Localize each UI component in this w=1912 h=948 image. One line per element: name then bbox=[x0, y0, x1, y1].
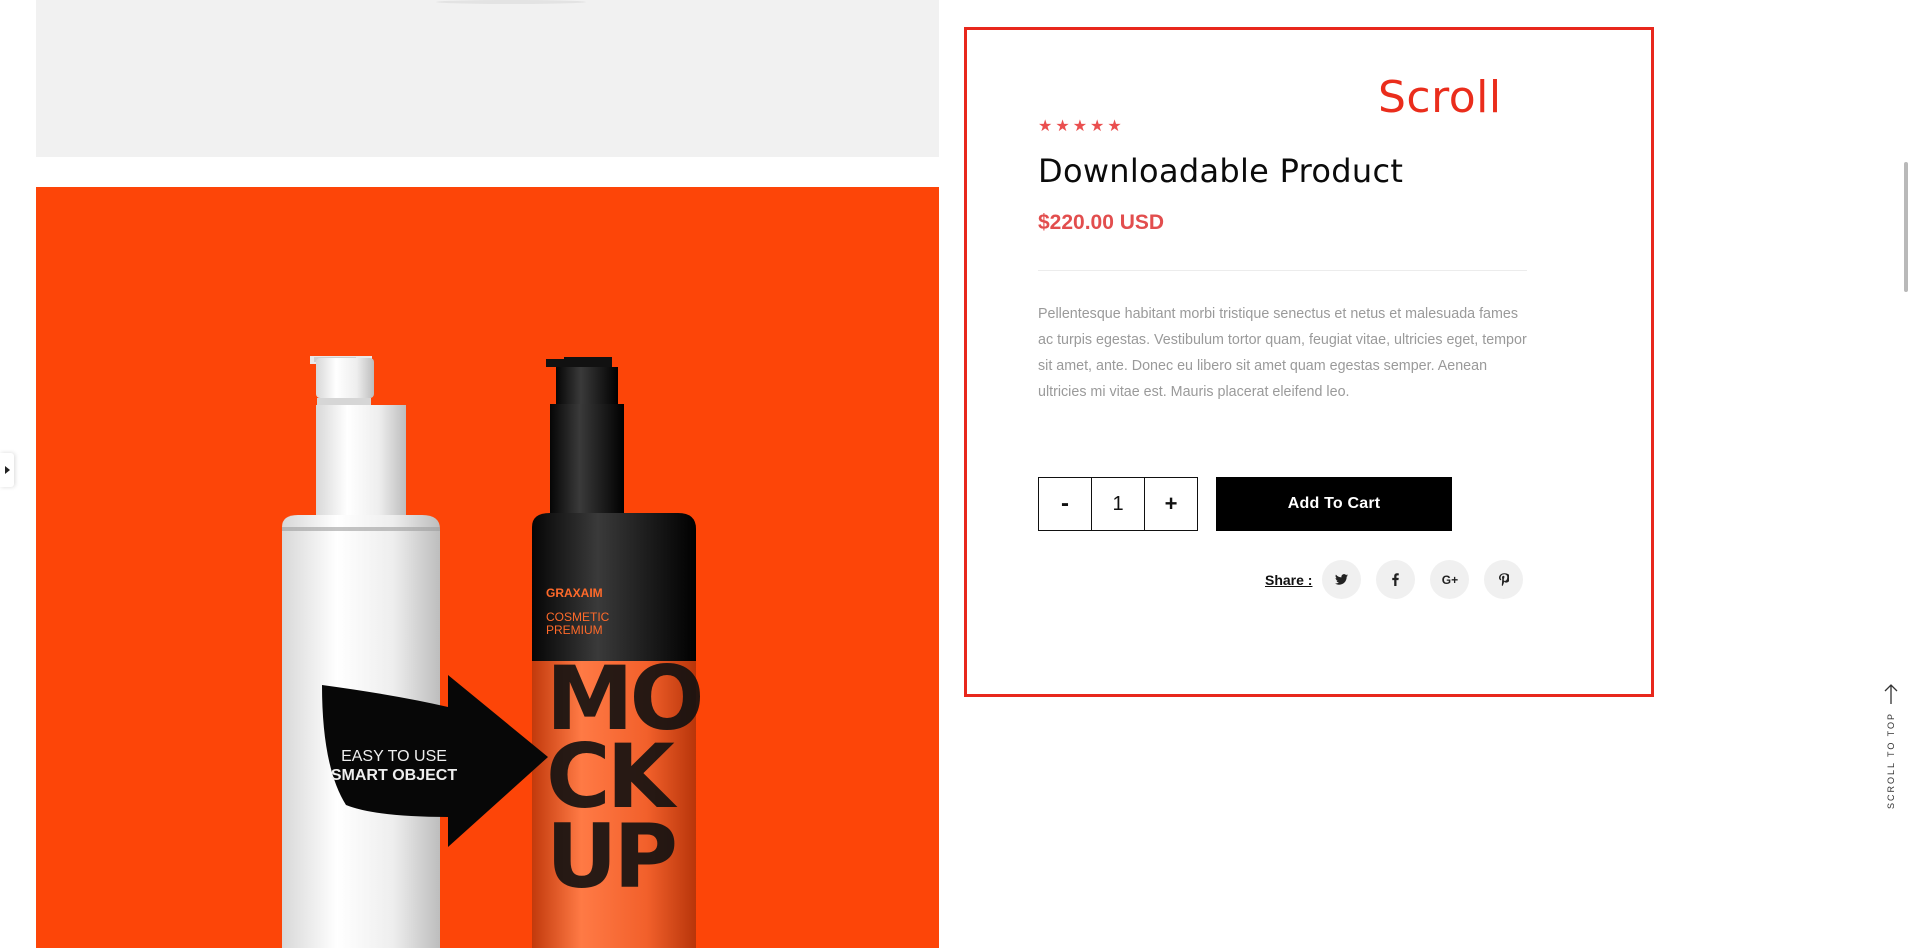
pinterest-icon[interactable] bbox=[1484, 560, 1524, 599]
star-icon: ★ bbox=[1055, 118, 1070, 135]
svg-text:COSMETIC: COSMETIC bbox=[546, 610, 610, 624]
quantity-input[interactable]: 1 bbox=[1091, 478, 1145, 530]
add-to-cart-button[interactable]: Add To Cart bbox=[1216, 477, 1452, 531]
quantity-increase-button[interactable]: + bbox=[1145, 478, 1197, 530]
arrow-up-icon bbox=[1884, 684, 1898, 704]
product-description: Pellentesque habitant morbi tristique se… bbox=[1038, 306, 1527, 400]
product-title: Downloadable Product bbox=[1038, 152, 1404, 190]
twitter-icon[interactable] bbox=[1322, 560, 1362, 599]
gallery-image-previous bbox=[36, 0, 939, 157]
product-mockup-image: GRAXAIM COSMETIC PREMIUM MO CK UP EASY T… bbox=[282, 356, 705, 948]
product-shadow bbox=[436, 0, 586, 4]
svg-text:UP: UP bbox=[546, 805, 674, 908]
svg-text:PREMIUM: PREMIUM bbox=[546, 623, 603, 637]
share-label: Share : bbox=[1265, 571, 1313, 588]
star-icon: ★ bbox=[1107, 118, 1122, 135]
google-plus-label: G+ bbox=[1441, 572, 1459, 587]
quantity-stepper: - 1 + bbox=[1038, 477, 1198, 531]
star-icon: ★ bbox=[1072, 118, 1088, 135]
quantity-decrease-button[interactable]: - bbox=[1039, 478, 1091, 530]
facebook-icon[interactable] bbox=[1376, 560, 1416, 599]
star-icon: ★ bbox=[1038, 118, 1053, 135]
gallery-image-main: GRAXAIM COSMETIC PREMIUM MO CK UP EASY T… bbox=[36, 187, 939, 948]
scroll-to-top-label: SCROLL TO TOP bbox=[1886, 712, 1896, 810]
share-bar: Share : G+ bbox=[1265, 560, 1538, 599]
scroll-to-top-button[interactable]: SCROLL TO TOP bbox=[1878, 682, 1904, 822]
google-plus-icon[interactable]: G+ bbox=[1430, 560, 1470, 599]
divider bbox=[1038, 270, 1527, 271]
scroll-annotation-label: Scroll bbox=[1378, 72, 1502, 123]
page-scrollbar[interactable] bbox=[1904, 162, 1908, 292]
rating-stars: ★ ★ ★ ★ ★ bbox=[1038, 119, 1122, 135]
star-icon: ★ bbox=[1090, 118, 1105, 135]
product-price: $220.00 USD bbox=[1038, 211, 1165, 234]
svg-text:SMART OBJECT: SMART OBJECT bbox=[331, 767, 457, 784]
side-panel-toggle[interactable] bbox=[0, 453, 14, 487]
svg-text:GRAXAIM: GRAXAIM bbox=[546, 586, 603, 600]
svg-text:EASY TO USE: EASY TO USE bbox=[341, 748, 447, 765]
